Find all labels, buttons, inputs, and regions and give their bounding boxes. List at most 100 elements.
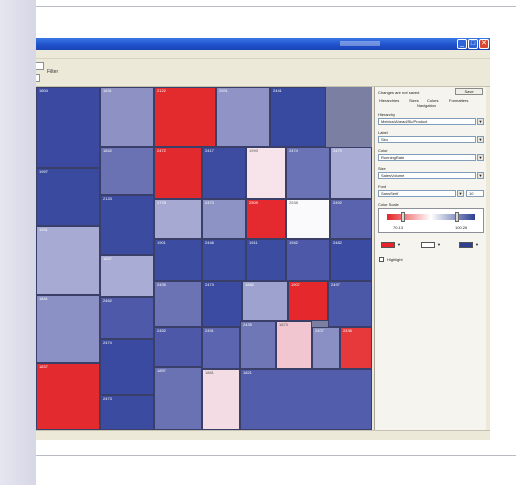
tile-label: 2441 xyxy=(273,88,282,93)
tile-label: 2474 xyxy=(103,340,112,345)
treemap-tile[interactable]: 1931 xyxy=(36,226,100,295)
tile-label: 2133 xyxy=(103,196,112,201)
treemap-tile[interactable]: 1997 xyxy=(36,168,100,226)
font-select[interactable]: SansSerif xyxy=(378,190,456,197)
tab-hierarchies[interactable]: Hierarchies xyxy=(379,98,399,103)
page-fold-overlay xyxy=(0,0,36,485)
tile-label: 1942 xyxy=(289,240,298,245)
chevron-down-icon[interactable]: ▼ xyxy=(437,242,441,247)
highlight-checkbox[interactable] xyxy=(379,257,384,262)
font-size-input[interactable]: 10 xyxy=(466,190,484,197)
treemap-tile[interactable]: 1837 xyxy=(100,255,154,297)
treemap-tile[interactable]: 1882 xyxy=(242,281,288,321)
treemap-tile[interactable]: 1841 xyxy=(36,295,100,363)
tile-label: 1993 xyxy=(249,148,258,153)
tile-label: 2497 xyxy=(331,282,340,287)
treemap-tile[interactable]: 2482 xyxy=(330,239,372,281)
treemap-tile[interactable]: 2509 xyxy=(246,199,286,239)
chevron-down-icon[interactable]: ▼ xyxy=(477,154,484,161)
treemap-tile[interactable]: 2462 xyxy=(100,297,154,339)
treemap-tile[interactable]: 2133 xyxy=(100,195,154,255)
treemap-tile[interactable]: 2436 xyxy=(340,327,372,369)
scale-max-slider-handle[interactable] xyxy=(455,212,459,222)
label-select[interactable]: Sku xyxy=(378,136,476,143)
tile-label: 2482 xyxy=(333,240,342,245)
treemap-tile[interactable]: 2473 xyxy=(100,395,154,430)
tab-navigation[interactable]: Navigation xyxy=(417,103,436,108)
tile-label: 1873 xyxy=(279,322,288,327)
treemap-tile[interactable]: 2473 xyxy=(202,281,242,327)
close-button[interactable]: ✕ xyxy=(479,39,489,49)
hierarchy-select[interactable]: Metrics/Ahead/Sk/Product xyxy=(378,118,476,125)
treemap-tile[interactable]: 2441 xyxy=(270,87,326,147)
scale-mid-color-swatch[interactable] xyxy=(421,242,435,248)
treemap-tile[interactable]: 2473 xyxy=(202,199,246,239)
treemap-tile[interactable]: 2446 xyxy=(202,239,246,281)
chevron-down-icon[interactable]: ▼ xyxy=(477,172,484,179)
size-select[interactable]: SalesVolume xyxy=(378,172,476,179)
size-field-label: Size xyxy=(378,166,386,171)
tile-label: 1837 xyxy=(39,364,48,369)
treemap-tile[interactable]: 1778 xyxy=(154,199,202,239)
treemap-tile[interactable]: 2474 xyxy=(286,147,330,199)
treemap-tile[interactable]: 2591 xyxy=(216,87,270,147)
treemap-tile[interactable]: 2479 xyxy=(330,147,372,199)
treemap-tile[interactable]: 1631 xyxy=(100,87,154,147)
color-select[interactable]: RunningRate xyxy=(378,154,476,161)
tile-label: 1897 xyxy=(157,368,166,373)
scale-low-color-swatch[interactable] xyxy=(381,242,395,248)
treemap-tile[interactable]: 2435 xyxy=(240,321,276,369)
scale-high-color-swatch[interactable] xyxy=(459,242,473,248)
treemap-tile[interactable]: 2491 xyxy=(202,327,240,369)
treemap-tile[interactable]: 2497 xyxy=(328,281,372,327)
tile-label: 1631 xyxy=(103,88,112,93)
tile-label: 2479 xyxy=(333,148,342,153)
treemap-tile[interactable]: 2122 xyxy=(154,87,216,147)
treemap-tile[interactable]: 2492 xyxy=(330,199,372,239)
chevron-down-icon[interactable]: ▼ xyxy=(477,118,484,125)
treemap-tile[interactable]: 1901 xyxy=(154,239,202,281)
chevron-down-icon[interactable]: ▼ xyxy=(457,190,464,197)
treemap-tile[interactable]: 1907 xyxy=(288,281,328,321)
tile-label: 2473 xyxy=(103,396,112,401)
menu-bar xyxy=(0,50,490,59)
treemap-tile[interactable]: 1873 xyxy=(276,321,312,369)
tile-label: 2435 xyxy=(243,322,252,327)
chevron-down-icon[interactable]: ▼ xyxy=(397,242,401,247)
treemap-tile[interactable]: 1604 xyxy=(36,87,100,168)
treemap-tile[interactable]: 2472 xyxy=(154,147,202,199)
treemap-tile[interactable]: 1942 xyxy=(286,239,330,281)
scale-min-slider-handle[interactable] xyxy=(401,212,405,222)
filter-toolbar: Filter xyxy=(0,59,490,87)
treemap-tile[interactable]: 1821 xyxy=(240,369,372,430)
treemap-tile[interactable]: 2417 xyxy=(202,147,246,199)
bottom-divider-line xyxy=(0,455,516,456)
treemap-tile[interactable]: 2538 xyxy=(286,199,330,239)
chevron-down-icon[interactable]: ▼ xyxy=(477,136,484,143)
treemap-tile[interactable]: 1897 xyxy=(154,367,202,430)
treemap-tile[interactable]: 2474 xyxy=(100,339,154,395)
scale-min-value: 70.13 xyxy=(393,225,404,230)
treemap-tile[interactable]: 1911 xyxy=(246,239,286,281)
tile-label: 2436 xyxy=(343,328,352,333)
treemap-tile[interactable]: 1842 xyxy=(100,147,154,195)
treemap-tile[interactable]: 2435 xyxy=(154,281,202,327)
maximize-button[interactable]: □ xyxy=(468,39,478,49)
treemap-tile[interactable]: 2452 xyxy=(154,327,202,367)
label-field-label: Label xyxy=(378,130,388,135)
tile-label: 1837 xyxy=(103,256,112,261)
tile-label: 1997 xyxy=(39,169,48,174)
settings-tabs: Hierarchies Sizes Colors Formatters Navi… xyxy=(377,97,484,109)
highlight-label: Highlight xyxy=(387,257,403,262)
chevron-down-icon[interactable]: ▼ xyxy=(475,242,479,247)
scale-max-value: 100.26 xyxy=(455,225,468,230)
save-button[interactable]: Save xyxy=(455,88,483,95)
minimize-button[interactable]: _ xyxy=(457,39,467,49)
treemap-tile[interactable]: 1837 xyxy=(36,363,100,430)
tab-formatters[interactable]: Formatters xyxy=(449,98,468,103)
treemap-tile[interactable]: 1881 xyxy=(202,369,240,430)
treemap-tile[interactable]: 1993 xyxy=(246,147,286,199)
tile-label: 2407 xyxy=(315,328,324,333)
treemap-tile[interactable]: 2407 xyxy=(312,327,340,369)
treemap[interactable]: 1604 1631 2122 2591 2441 1997 1842 2472 2417 1993… xyxy=(0,87,372,430)
